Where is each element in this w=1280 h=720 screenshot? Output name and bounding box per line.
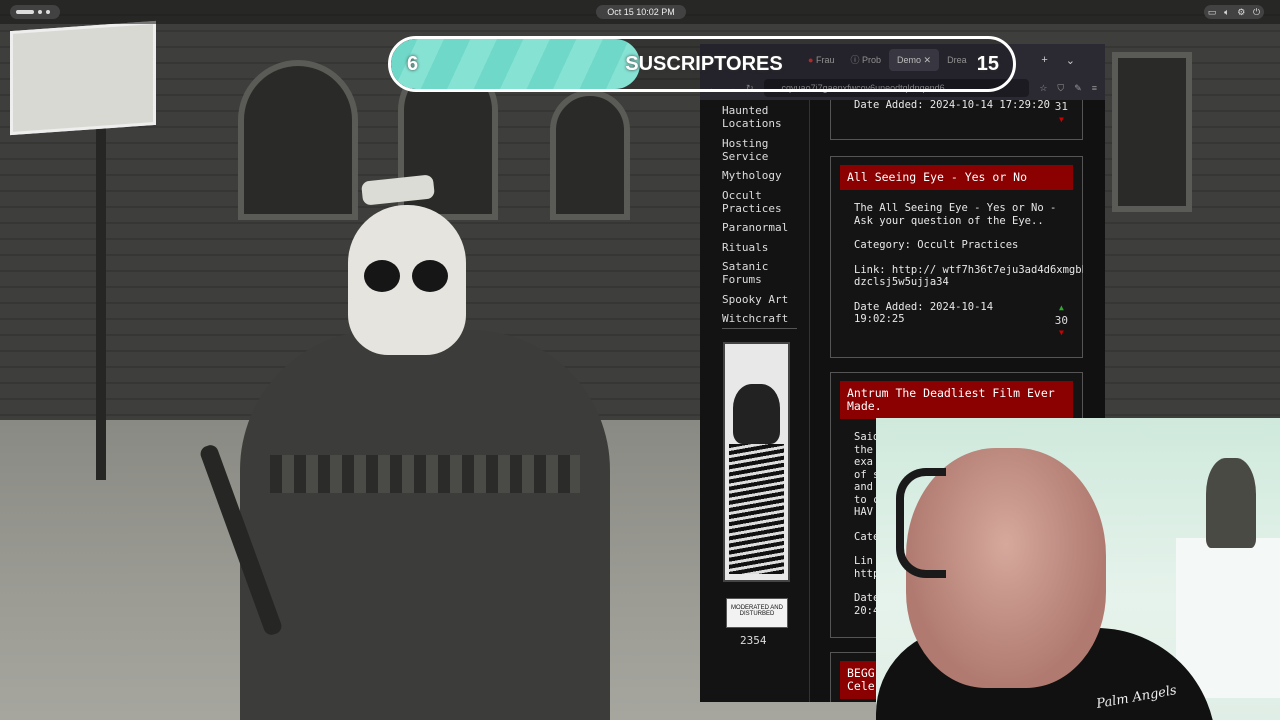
nav-link[interactable]: Spooky Art	[722, 293, 802, 306]
mask-eye	[412, 260, 448, 292]
listing-title[interactable]: All Seeing Eye - Yes or No	[840, 165, 1073, 190]
webcam-overlay: Palm Angels	[876, 418, 1280, 720]
shield-icon[interactable]: ⛉	[1057, 83, 1064, 94]
subscriber-goal: 15	[976, 53, 999, 75]
system-tray[interactable]: ▭ 🔈︎ ⚙︎ ⏻	[1204, 5, 1264, 19]
subscriber-current: 6	[407, 53, 419, 75]
workspace-indicator[interactable]	[10, 5, 60, 19]
listing-date: Date Added: 2024-10-14 19:02:25	[854, 300, 994, 326]
volume-icon[interactable]: 🔈︎	[1224, 7, 1229, 18]
power-icon[interactable]: ⏻	[1253, 7, 1260, 18]
nav-link[interactable]: Haunted Locations	[722, 104, 802, 130]
subscriber-label: SUSCRIPTORES	[625, 53, 783, 75]
white-cabinet	[1176, 538, 1280, 698]
nav-link[interactable]: Satanic Forums	[722, 260, 802, 286]
listing-description: The All Seeing Eye - Yes or No - Ask you…	[854, 202, 1057, 227]
visitor-counter: 2354	[740, 634, 767, 647]
listing-category: Category: Occult Practices	[854, 239, 1019, 251]
building-window	[550, 90, 630, 220]
vote-counter: 31 ▼	[1054, 100, 1068, 127]
vote-count: 31	[1054, 100, 1068, 113]
listing-card: Date Added: 2024-10-14 17:29:20 31 ▼	[830, 100, 1083, 140]
menu-icon[interactable]: ≡	[1092, 83, 1097, 93]
building-window	[238, 60, 358, 220]
vote-counter: ▲ 30 ▼	[1055, 302, 1068, 340]
extensions-icon[interactable]: ✎	[1074, 83, 1082, 94]
basketball-backboard	[10, 20, 156, 136]
subscriber-goal-bar: SUSCRIPTORES 6 15	[388, 36, 1016, 92]
figurine	[1206, 458, 1256, 548]
settings-icon[interactable]: ⚙︎	[1237, 7, 1245, 18]
chevron-down-icon[interactable]: ⌄	[1066, 54, 1075, 67]
upvote-icon[interactable]: ▲	[1055, 302, 1068, 315]
listing-link[interactable]: Link: http:// wtf7h36t7eju3ad4d6xmgbhdzc…	[854, 264, 1083, 289]
mask-eye	[364, 260, 400, 292]
banner-illustration	[729, 444, 784, 574]
divider	[722, 328, 797, 329]
nav-link[interactable]: Witchcraft	[722, 312, 802, 325]
sidebar-banner-image[interactable]	[723, 342, 790, 582]
category-sidebar: Haunted Locations Hosting Service Mythol…	[700, 100, 810, 702]
system-top-bar: Oct 15 10:02 PM ▭ 🔈︎ ⚙︎ ⏻	[0, 0, 1280, 24]
category-nav: Haunted Locations Hosting Service Mythol…	[722, 104, 802, 332]
nav-link[interactable]: Occult Practices	[722, 189, 802, 215]
headphones	[896, 468, 946, 578]
nav-link[interactable]: Rituals	[722, 241, 802, 254]
child-figure	[240, 330, 610, 720]
nav-link[interactable]: Mythology	[722, 169, 802, 182]
goat-figure	[733, 384, 780, 444]
listing-card: All Seeing Eye - Yes or No The All Seein…	[830, 156, 1083, 358]
vote-count: 30	[1054, 313, 1068, 327]
building-window	[1112, 52, 1192, 212]
sweater-pattern	[270, 455, 580, 493]
rating-badge: MODERATED AND DISTURBED	[726, 598, 788, 628]
listing-title[interactable]: Antrum The Deadliest Film Ever Made.	[840, 381, 1073, 419]
downvote-icon[interactable]: ▼	[1055, 327, 1068, 340]
nav-link[interactable]: Hosting Service	[722, 137, 802, 163]
hoop-pole	[96, 100, 106, 480]
nav-link[interactable]: Paranormal	[722, 221, 802, 234]
new-tab-icon[interactable]: +	[1041, 54, 1047, 67]
clock[interactable]: Oct 15 10:02 PM	[596, 5, 686, 19]
listing-date: Date Added: 2024-10-14 17:29:20	[854, 100, 1050, 111]
downvote-icon[interactable]: ▼	[1055, 114, 1068, 127]
window-icon[interactable]: ▭	[1208, 7, 1217, 18]
star-icon[interactable]: ☆	[1039, 83, 1047, 94]
